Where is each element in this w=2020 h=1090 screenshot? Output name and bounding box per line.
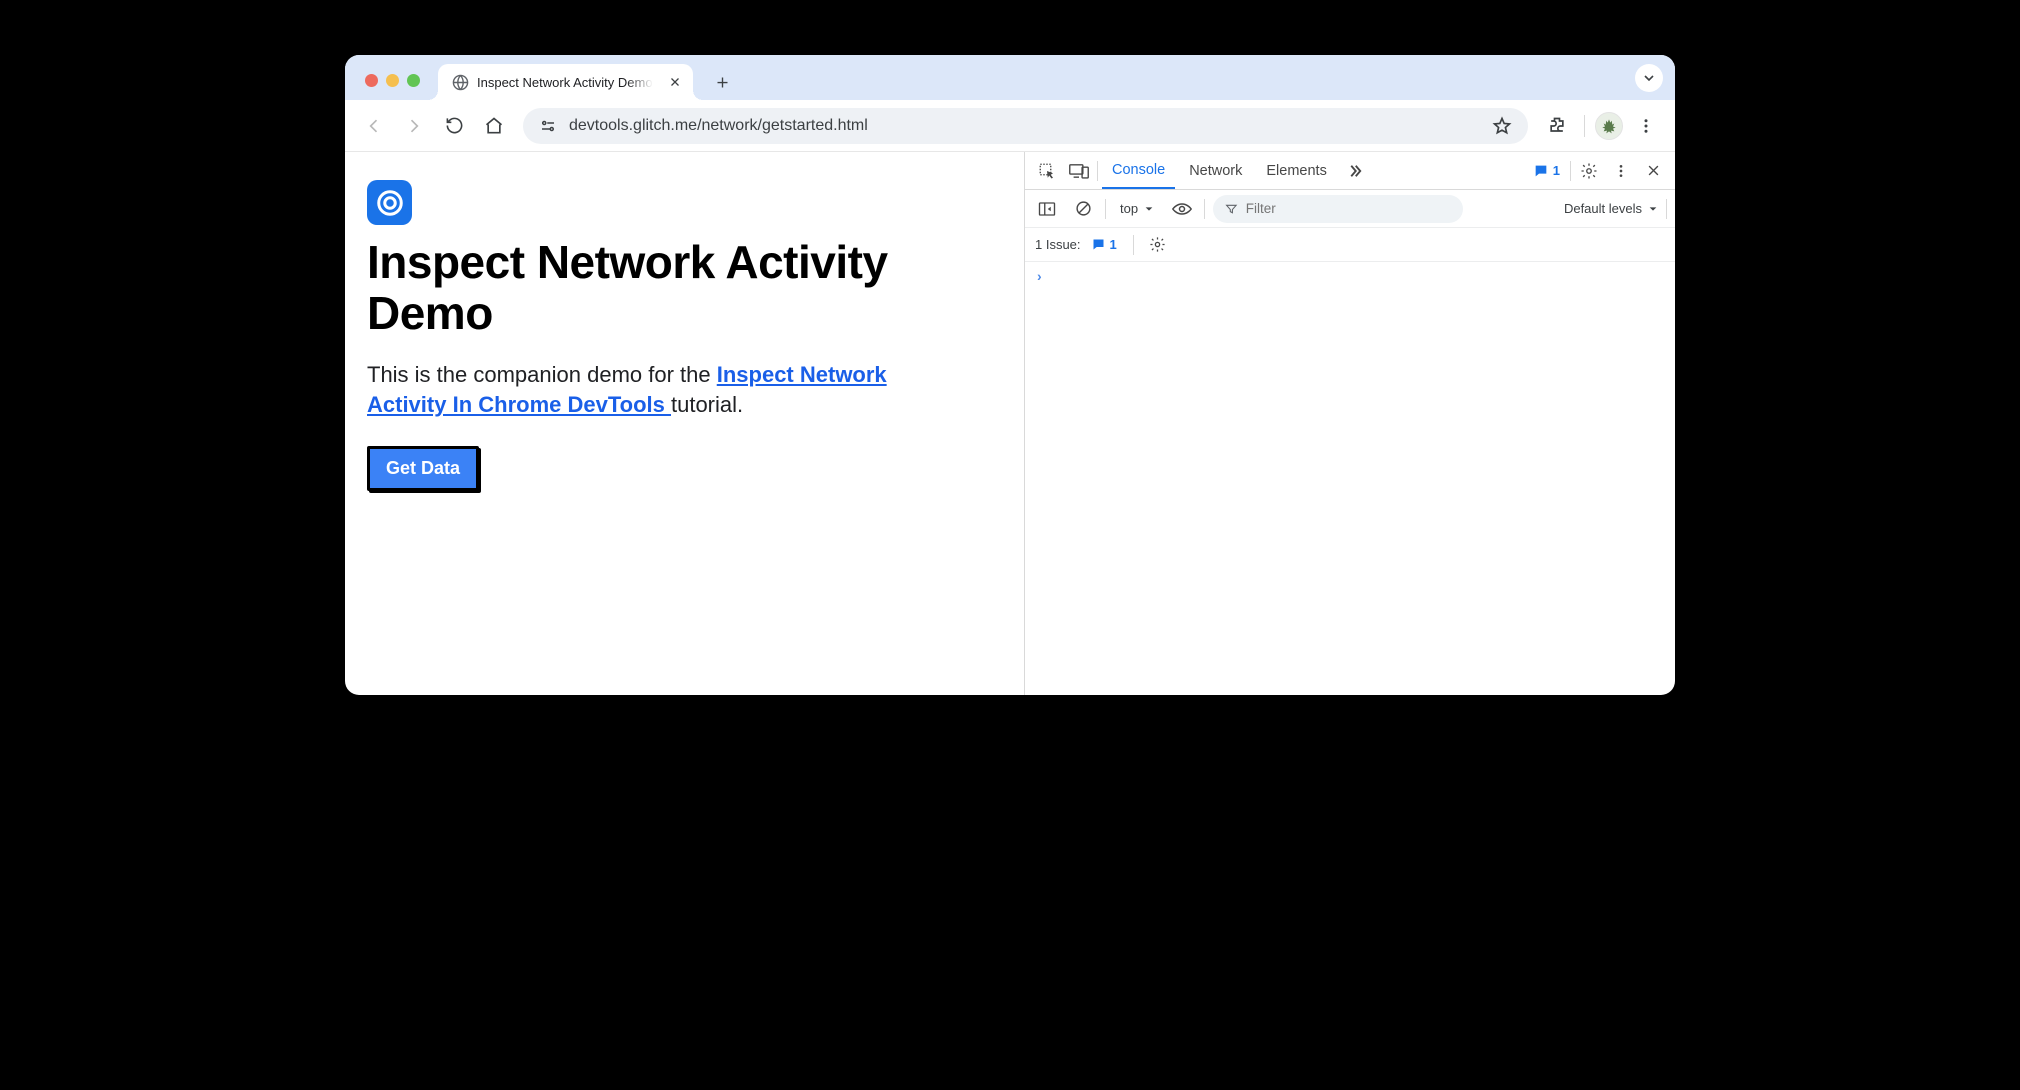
toggle-console-sidebar-button[interactable] [1033,195,1061,223]
home-button[interactable] [477,109,511,143]
console-prompt-icon: › [1033,268,1046,284]
inspect-element-button[interactable] [1033,157,1061,185]
get-data-button[interactable]: Get Data [367,446,479,491]
issues-row-count: 1 [1110,237,1117,252]
live-expression-button[interactable] [1168,195,1196,223]
toolbar-divider [1584,115,1585,137]
console-settings-button[interactable] [1144,231,1172,259]
browser-window: Inspect Network Activity Demo [345,55,1675,695]
console-toolbar: top Default levels [1025,190,1675,228]
devtools-divider [1105,199,1106,219]
devtools-menu-button[interactable] [1607,157,1635,185]
profile-avatar[interactable] [1595,112,1623,140]
reload-button[interactable] [437,109,471,143]
tab-strip: Inspect Network Activity Demo [345,55,1675,100]
devtools-panel: Console Network Elements 1 [1025,152,1675,695]
issues-badge[interactable]: 1 [1533,163,1560,179]
back-button[interactable] [357,109,391,143]
browser-toolbar: devtools.glitch.me/network/getstarted.ht… [345,100,1675,152]
devtools-tab-bar: Console Network Elements 1 [1025,152,1675,190]
site-settings-icon[interactable] [537,115,559,137]
globe-icon [452,74,469,91]
page-heading-text: Inspect Network Activity Demo [367,237,1002,338]
close-tab-button[interactable] [667,74,683,90]
tab-list-dropdown[interactable] [1635,64,1663,92]
devtools-divider [1666,199,1667,219]
execution-context-label: top [1120,201,1138,216]
browser-menu-button[interactable] [1629,109,1663,143]
console-filter-input[interactable] [1246,201,1451,216]
chevron-down-icon [1144,204,1154,214]
close-window-button[interactable] [365,74,378,87]
paragraph-text-after: tutorial. [671,392,743,417]
console-output[interactable]: › [1025,262,1675,695]
chevron-down-icon [1648,204,1658,214]
page-viewport: Inspect Network Activity Demo This is th… [345,152,1025,695]
log-levels-selector[interactable]: Default levels [1564,201,1658,216]
window-controls [365,74,420,87]
page-heading: Inspect Network Activity Demo [367,176,1002,338]
devtools-divider [1097,161,1098,181]
tab-elements[interactable]: Elements [1256,152,1336,189]
tab-console[interactable]: Console [1102,152,1175,189]
maximize-window-button[interactable] [407,74,420,87]
forward-button[interactable] [397,109,431,143]
extensions-button[interactable] [1540,109,1574,143]
tab-title: Inspect Network Activity Demo [477,75,653,90]
url-text: devtools.glitch.me/network/getstarted.ht… [569,117,1480,135]
content-area: Inspect Network Activity Demo This is th… [345,152,1675,695]
paragraph-text-before: This is the companion demo for the [367,362,717,387]
execution-context-selector[interactable]: top [1114,198,1160,219]
bookmark-star-icon[interactable] [1490,114,1514,138]
devtools-divider [1204,199,1205,219]
filter-icon [1225,202,1238,216]
more-tabs-button[interactable] [1341,157,1369,185]
issues-row-label: 1 Issue: [1035,237,1081,252]
tab-network[interactable]: Network [1179,152,1252,189]
address-bar[interactable]: devtools.glitch.me/network/getstarted.ht… [523,108,1528,144]
minimize-window-button[interactable] [386,74,399,87]
close-devtools-button[interactable] [1639,157,1667,185]
devtools-settings-button[interactable] [1575,157,1603,185]
devtools-divider [1133,235,1134,255]
clear-console-button[interactable] [1069,195,1097,223]
log-levels-label: Default levels [1564,201,1642,216]
console-filter[interactable] [1213,195,1463,223]
devtools-divider [1570,161,1571,181]
device-toolbar-button[interactable] [1065,157,1093,185]
issues-badge-count: 1 [1553,163,1560,178]
issues-row-badge[interactable]: 1 [1091,237,1117,252]
devtools-logo-icon [367,180,412,225]
new-tab-button[interactable] [709,68,737,96]
active-tab[interactable]: Inspect Network Activity Demo [438,64,693,100]
page-paragraph: This is the companion demo for the Inspe… [367,360,967,419]
issues-row: 1 Issue: 1 [1025,228,1675,262]
